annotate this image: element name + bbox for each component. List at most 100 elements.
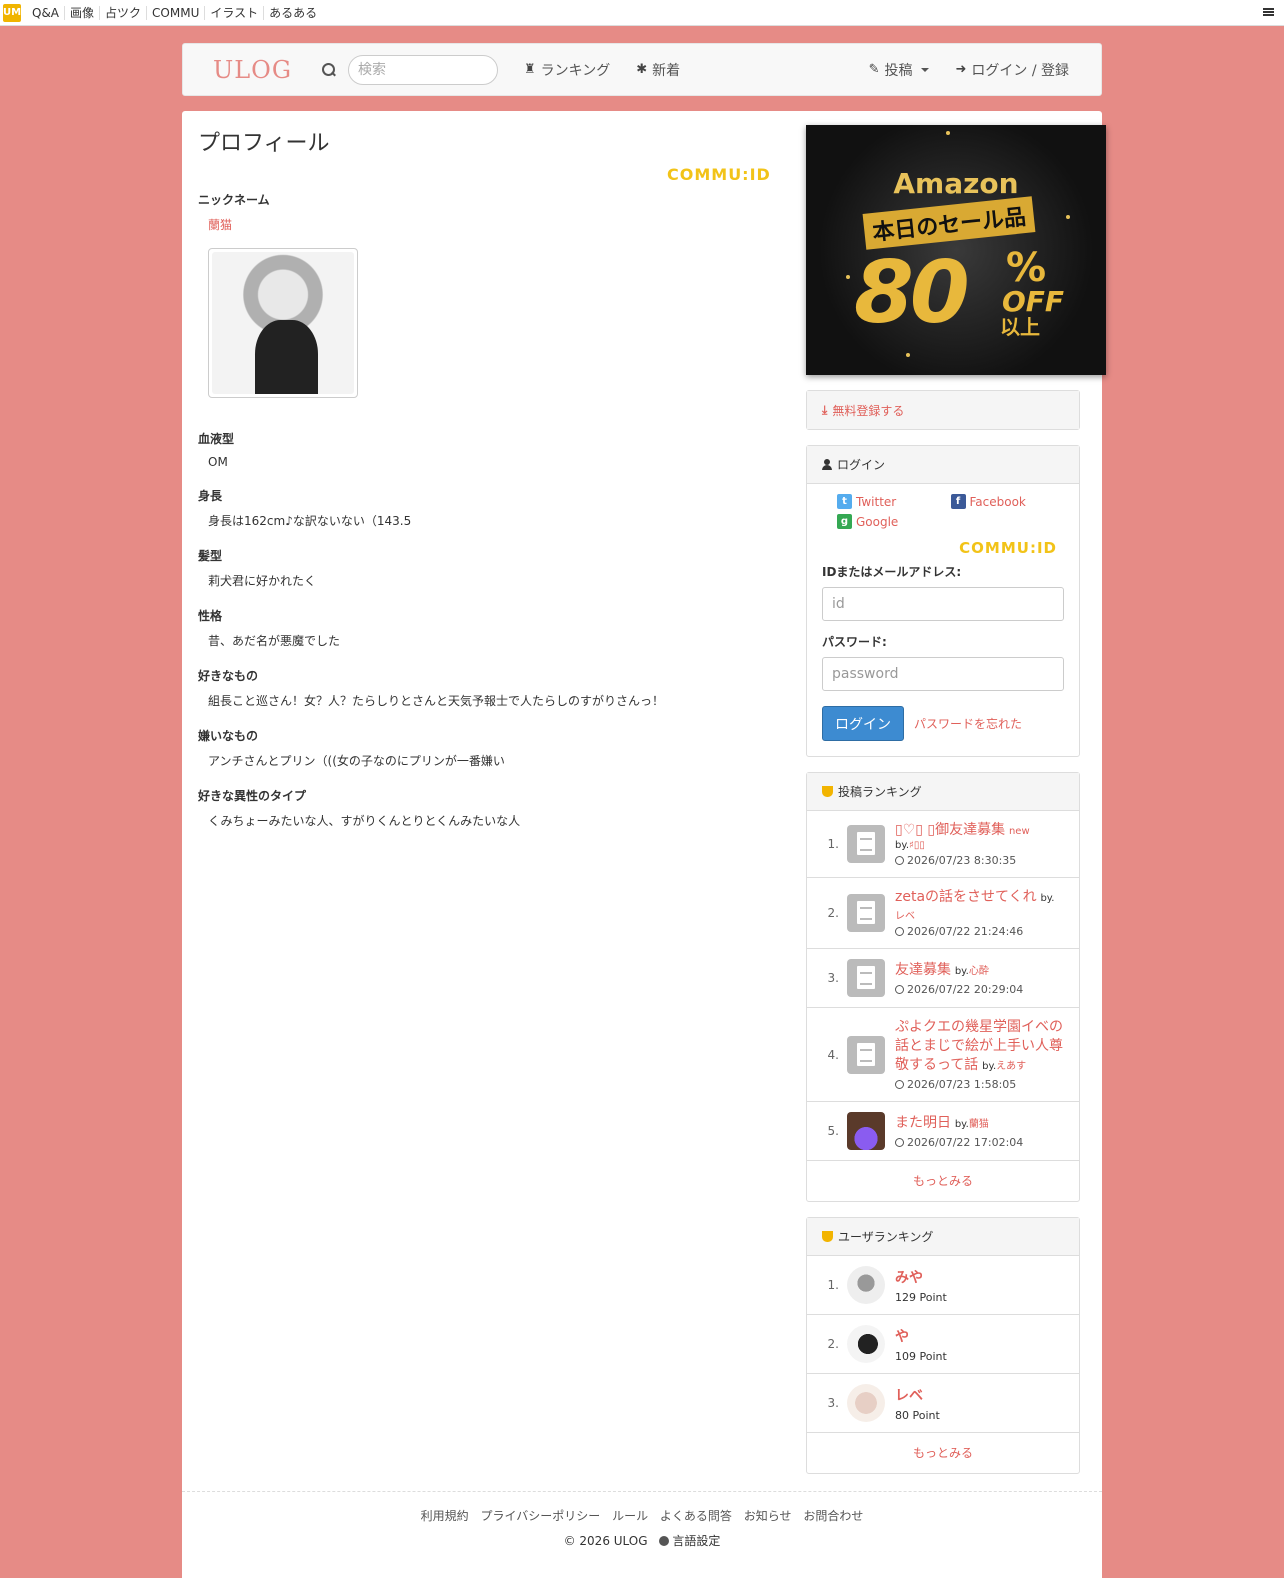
- topnav-aruaru[interactable]: あるある: [264, 6, 322, 20]
- nav-login[interactable]: ➜ ログイン / 登録: [955, 60, 1069, 80]
- footer-news-link[interactable]: お知らせ: [744, 1509, 792, 1523]
- profile-field-value: くみちょーみたいな人、すがりくんとりとくんみたいな人: [208, 814, 521, 828]
- post-title-link[interactable]: また明日: [895, 1115, 951, 1131]
- ranking-row[interactable]: 5. また明日 by.蘭猫 2026/07/22 17:02:04: [807, 1102, 1079, 1161]
- post-ranking-title: 投稿ランキング: [838, 785, 922, 799]
- nav-new[interactable]: ✱ 新着: [636, 60, 680, 80]
- post-ranking-more-link[interactable]: もっとみる: [913, 1174, 973, 1188]
- sidebar: Amazon 本日のセール品 80 % OFF 以上 ⤓ 無料登録する ログイン…: [806, 125, 1106, 1474]
- user-ranking-panel: ユーザランキング 1. みや 129 Point 2. や 109 Point: [806, 1217, 1080, 1474]
- post-time: 2026/07/22 17:02:04: [907, 1135, 1024, 1149]
- user-ranking-more-link[interactable]: もっとみる: [913, 1446, 973, 1460]
- facebook-login[interactable]: f Facebook: [950, 494, 1065, 509]
- search-input[interactable]: [348, 54, 499, 85]
- nav-post-dropdown[interactable]: ✎ 投稿: [869, 60, 930, 80]
- author-link[interactable]: えあす: [996, 1061, 1026, 1072]
- ranking-row[interactable]: 2. zetaの話をさせてくれ by. レベ 2026/07/22 21:24:…: [807, 878, 1079, 949]
- by-label: by.: [954, 1118, 969, 1130]
- login-heading-label: ログイン: [837, 458, 886, 472]
- language-settings-link[interactable]: 言語設定: [672, 1534, 720, 1548]
- author-link[interactable]: ♯▯▯: [909, 840, 925, 851]
- rank-number: 5.: [827, 1124, 839, 1138]
- forgot-password-link[interactable]: パスワードを忘れた: [914, 715, 1022, 732]
- by-label: by.: [1040, 893, 1055, 904]
- footer-privacy-link[interactable]: プライバシーポリシー: [480, 1509, 600, 1523]
- user-ranking-row[interactable]: 3. レベ 80 Point: [807, 1374, 1079, 1433]
- login-button[interactable]: ログイン: [822, 706, 904, 741]
- post-title-link[interactable]: 友達募集: [895, 962, 951, 978]
- avatar: [847, 1266, 885, 1304]
- um-logo[interactable]: UM: [3, 3, 21, 22]
- nav-post-label: 投稿: [884, 62, 913, 79]
- author-link[interactable]: 蘭猫: [969, 1119, 989, 1130]
- author-link[interactable]: 心酔: [969, 966, 989, 977]
- new-badge: new: [1008, 826, 1030, 837]
- footer-terms-link[interactable]: 利用規約: [421, 1509, 469, 1523]
- post-title-link[interactable]: ▯♡▯ ▯御友達募集: [895, 822, 1005, 838]
- user-ranking-row[interactable]: 2. や 109 Point: [807, 1315, 1079, 1374]
- nav-ranking[interactable]: ♜ ランキング: [524, 60, 610, 80]
- login-panel: ログイン t Twitter f Facebook g Google COMMU:ID…: [806, 445, 1080, 757]
- user-name-link[interactable]: や: [895, 1329, 909, 1345]
- google-login[interactable]: g Google: [837, 514, 951, 529]
- ranking-row[interactable]: 1. ▯♡▯ ▯御友達募集 new by.♯▯▯ 2026/07/23 8:30…: [807, 811, 1079, 878]
- nav-ranking-label: ランキング: [540, 62, 611, 79]
- user-name-link[interactable]: みや: [895, 1270, 923, 1286]
- commu-id-logo[interactable]: COMMU:ID: [667, 165, 771, 184]
- clock-icon: [895, 927, 904, 936]
- user-points: 80 Point: [895, 1408, 940, 1422]
- rank-number: 1.: [827, 837, 839, 851]
- footer-divider: [182, 1491, 1102, 1492]
- post-title-link[interactable]: ぷよクエの幾星学園イベの話とまじで絵が上手い人尊敬するって話: [895, 1019, 1063, 1073]
- avatar: [847, 1384, 885, 1422]
- password-input[interactable]: [822, 657, 1064, 691]
- topnav-illust[interactable]: イラスト: [205, 5, 265, 20]
- post-time: 2026/07/23 8:30:35: [907, 854, 1017, 867]
- profile-field-label: 性格: [198, 609, 223, 623]
- topnav-qa[interactable]: Q&A: [27, 5, 66, 20]
- brand-logo[interactable]: ULOG: [213, 56, 292, 84]
- profile-field-label: 嫌いなもの: [198, 729, 259, 743]
- nickname-value: 蘭猫: [208, 216, 778, 233]
- ranking-row[interactable]: 3. 友達募集 by.心酔 2026/07/22 20:29:04: [807, 949, 1079, 1008]
- sparkle-icon: [846, 275, 850, 279]
- nav-new-label: 新着: [652, 62, 681, 79]
- topnav-commu[interactable]: COMMU: [147, 5, 206, 20]
- nav-login-label: ログイン / 登録: [971, 62, 1069, 79]
- rank-number: 4.: [827, 1047, 839, 1062]
- profile-field-value: 組長こと巡さん！女？人？たらしりとさんと天気予報士で人たらしのすがりさんっ！: [208, 694, 665, 708]
- hamburger-menu-icon[interactable]: [1263, 6, 1274, 18]
- user-ranking-heading: ユーザランキング: [807, 1218, 1079, 1256]
- by-label: by.: [982, 1061, 997, 1072]
- ranking-row[interactable]: 4. ぷよクエの幾星学園イベの話とまじで絵が上手い人尊敬するって話 by.えあす…: [807, 1008, 1079, 1102]
- download-icon: ⤓: [822, 402, 828, 417]
- clock-icon: [895, 856, 904, 865]
- ad-brand: Amazon: [893, 167, 1019, 200]
- user-ranking-row[interactable]: 1. みや 129 Point: [807, 1256, 1079, 1315]
- topnav-images[interactable]: 画像: [65, 5, 101, 20]
- search-icon[interactable]: [322, 62, 336, 77]
- user-name-link[interactable]: レベ: [895, 1388, 923, 1404]
- post-thumbnail: [847, 1112, 885, 1150]
- footer-contact-link[interactable]: お問合わせ: [803, 1509, 863, 1523]
- author-link[interactable]: レベ: [895, 911, 915, 922]
- register-link[interactable]: ⤓ 無料登録する: [807, 391, 1079, 429]
- sparkle-icon: [906, 353, 910, 357]
- site-header: ULOG ♜ ランキング ✱ 新着 ✎ 投稿 ➜ ログイン / 登録: [182, 43, 1102, 96]
- post-time: 2026/07/22 21:24:46: [907, 925, 1024, 938]
- amazon-sale-ad[interactable]: Amazon 本日のセール品 80 % OFF 以上: [806, 125, 1106, 375]
- commu-id-login-logo[interactable]: COMMU:ID: [807, 539, 1079, 557]
- post-ranking-panel: 投稿ランキング 1. ▯♡▯ ▯御友達募集 new by.♯▯▯ 2026/07…: [806, 772, 1080, 1202]
- topnav-uranai[interactable]: 占ツク: [100, 5, 148, 20]
- crown-icon: ♜: [524, 62, 536, 77]
- id-input[interactable]: [822, 587, 1064, 621]
- twitter-login[interactable]: t Twitter: [837, 494, 951, 509]
- trophy-icon: [822, 1231, 833, 1242]
- post-title-link[interactable]: zetaの話をさせてくれ: [895, 889, 1037, 905]
- profile-field-label: 血液型: [198, 432, 235, 446]
- facebook-label: Facebook: [969, 494, 1026, 509]
- footer-faq-link[interactable]: よくある問答: [660, 1509, 732, 1523]
- nickname-link[interactable]: 蘭猫: [208, 218, 232, 232]
- footer-rules-link[interactable]: ルール: [612, 1509, 648, 1523]
- ad-subtitle: 本日のセール品: [862, 196, 1036, 250]
